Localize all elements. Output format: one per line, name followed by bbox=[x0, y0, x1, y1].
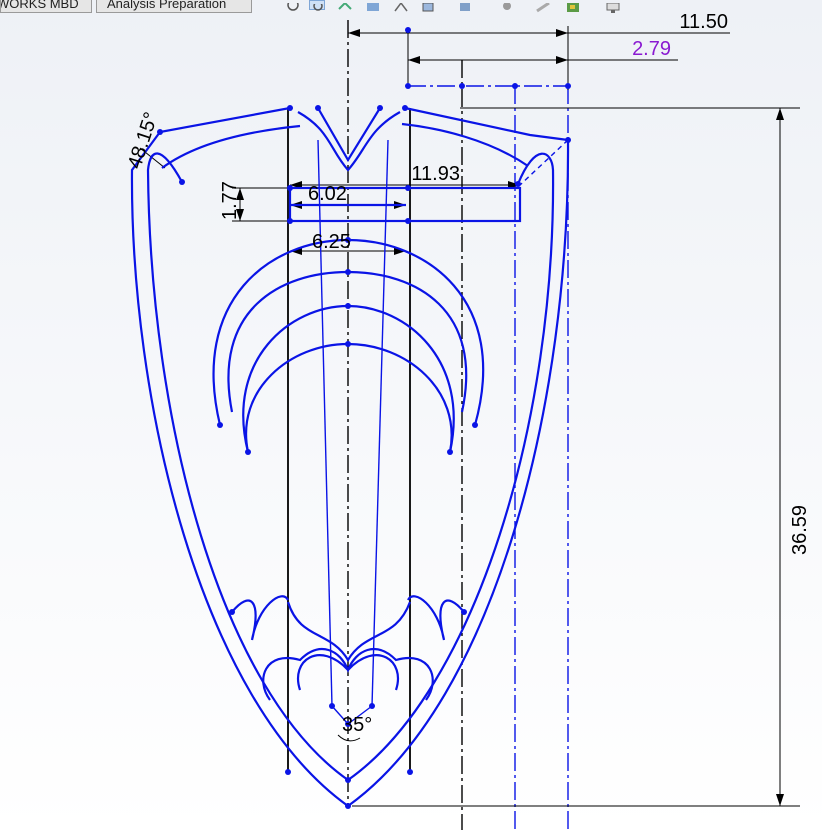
graphics-area[interactable]: WORKS MBD Analysis Preparation 11.50 2.7… bbox=[0, 0, 822, 830]
dimension-slot-height[interactable]: 1.77 bbox=[219, 181, 241, 220]
shield-outer-right[interactable] bbox=[347, 106, 570, 807]
sketch-drawing[interactable]: 11.50 2.79 11.93 6.02 6.25 1.77 36.59 48… bbox=[0, 0, 822, 830]
dimension-angle-bottom[interactable]: 35° bbox=[342, 714, 372, 736]
dimension-inner-width-a[interactable]: 6.02 bbox=[308, 183, 347, 205]
dimension-inner-width-b[interactable]: 6.25 bbox=[312, 231, 351, 253]
dimension-slot-length[interactable]: 11.93 bbox=[411, 163, 460, 185]
arc-4[interactable] bbox=[245, 342, 453, 453]
dimension-overall-height[interactable]: 36.59 bbox=[789, 505, 811, 555]
dimension-angle-top[interactable]: 48.15° bbox=[124, 110, 163, 172]
dimension-offset[interactable]: 2.79 bbox=[632, 38, 671, 60]
dimension-top-width[interactable]: 11.50 bbox=[679, 11, 728, 33]
